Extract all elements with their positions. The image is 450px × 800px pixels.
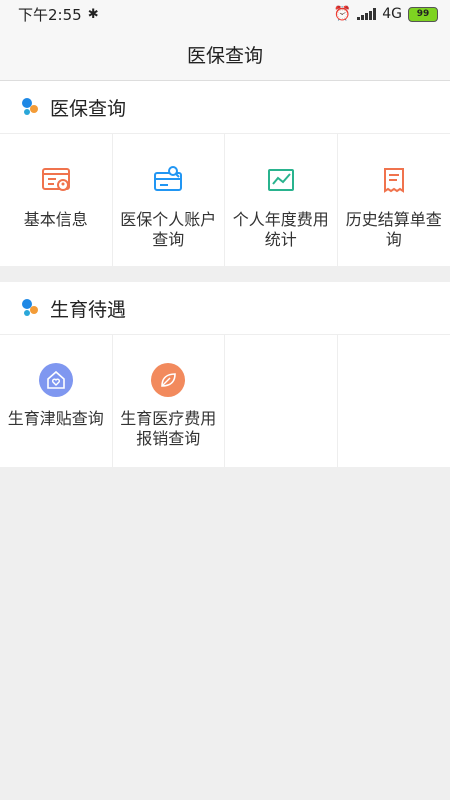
bluetooth-icon: ✱ (87, 6, 99, 22)
battery-level: 99 (416, 9, 430, 19)
receipt-icon (383, 168, 404, 193)
title-bar: 医保查询 (0, 28, 450, 81)
section-logo-icon (22, 98, 38, 116)
grid-item-label: 历史结算单查询 (345, 210, 442, 249)
grid-item-annual-cost[interactable]: 个人年度费用统计 (225, 134, 338, 266)
grid-item-empty (338, 335, 450, 467)
section-header: 医保查询 (0, 81, 450, 134)
grid-item-basic-info[interactable]: 基本信息 (0, 134, 113, 266)
section-title: 生育待遇 (50, 298, 127, 321)
profile-card-icon (41, 168, 70, 191)
grid-item-empty (225, 335, 338, 467)
alarm-icon: ⏰ (333, 6, 352, 22)
status-time: 下午2:55 (18, 5, 82, 24)
grid-item-label: 个人年度费用统计 (232, 210, 329, 249)
section-medical-insurance: 医保查询 基本信息 医保个人账户查询 个人年度费用统计 历史结算单查询 (0, 81, 450, 266)
account-card-icon (154, 166, 183, 191)
grid-item-maternity-allowance[interactable]: 生育津贴查询 (0, 335, 113, 467)
network-type: 4G (382, 6, 402, 22)
leaf-icon (151, 363, 186, 397)
section-logo-icon (22, 299, 38, 317)
trend-chart-icon (267, 169, 294, 191)
grid-item-label: 基本信息 (23, 210, 88, 229)
battery-icon: 99 (408, 6, 438, 22)
grid-item-settlement-history[interactable]: 历史结算单查询 (338, 134, 450, 266)
grid-item-account-query[interactable]: 医保个人账户查询 (113, 134, 225, 266)
status-bar: 下午2:55 ✱ ⏰ 4G 99 (0, 0, 450, 28)
section-maternity: 生育待遇 生育津贴查询 生育医疗费用报销查询 (0, 282, 450, 467)
grid-item-maternity-medical-reimbursement[interactable]: 生育医疗费用报销查询 (113, 335, 225, 467)
grid-item-label: 医保个人账户查询 (120, 210, 217, 249)
section-title: 医保查询 (50, 97, 127, 120)
page-title: 医保查询 (186, 44, 263, 67)
grid-item-label: 生育医疗费用报销查询 (120, 409, 217, 448)
signal-icon (357, 8, 377, 20)
grid-item-label: 生育津贴查询 (7, 409, 104, 428)
home-heart-icon (38, 363, 73, 397)
section-header: 生育待遇 (0, 282, 450, 335)
